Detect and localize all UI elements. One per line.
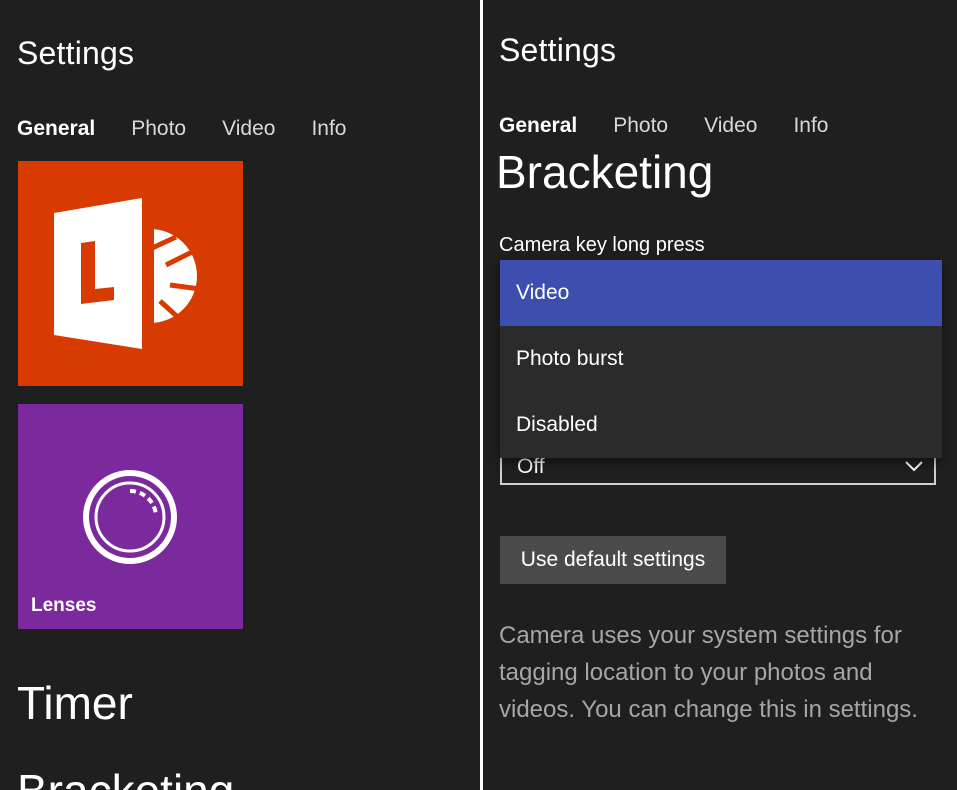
tab-info[interactable]: Info — [311, 117, 346, 141]
left-settings-pane: Settings General Photo Video Info Lenses… — [0, 0, 480, 790]
option-video[interactable]: Video — [500, 260, 942, 326]
chevron-down-icon — [905, 461, 923, 472]
tab-video[interactable]: Video — [704, 114, 757, 138]
lenses-tile-label: Lenses — [31, 595, 97, 616]
tab-info[interactable]: Info — [793, 114, 828, 138]
page-title: Settings — [17, 35, 135, 71]
option-label: Video — [516, 281, 570, 304]
lenses-tile[interactable]: Lenses — [18, 404, 243, 629]
timer-heading: Timer — [17, 677, 133, 729]
option-label: Photo burst — [516, 347, 624, 370]
bracketing-heading: Bracketing — [17, 764, 234, 790]
location-note: Camera uses your system settings for tag… — [499, 622, 918, 723]
bracketing-heading: Bracketing — [496, 146, 714, 198]
tab-general[interactable]: General — [499, 114, 577, 138]
office-lens-icon — [54, 198, 201, 349]
combo-value: Off — [517, 455, 545, 478]
use-default-settings-button[interactable]: Use default settings — [500, 536, 726, 584]
option-photo-burst[interactable]: Photo burst — [500, 326, 942, 392]
tab-general[interactable]: General — [17, 117, 95, 141]
settings-tabs: General Photo Video Info — [17, 117, 346, 141]
tab-photo[interactable]: Photo — [613, 114, 668, 138]
page-title: Settings — [499, 32, 617, 68]
camera-key-dropdown: Video Photo burst Disabled — [500, 260, 942, 458]
right-settings-pane: Settings General Photo Video Info Bracke… — [483, 0, 957, 790]
settings-tabs: General Photo Video Info — [499, 114, 828, 138]
tab-photo[interactable]: Photo — [131, 117, 186, 141]
option-disabled[interactable]: Disabled — [500, 392, 942, 458]
option-label: Disabled — [516, 413, 598, 436]
camera-key-label: Camera key long press — [499, 234, 705, 256]
office-lens-tile[interactable] — [18, 161, 243, 386]
tab-video[interactable]: Video — [222, 117, 275, 141]
